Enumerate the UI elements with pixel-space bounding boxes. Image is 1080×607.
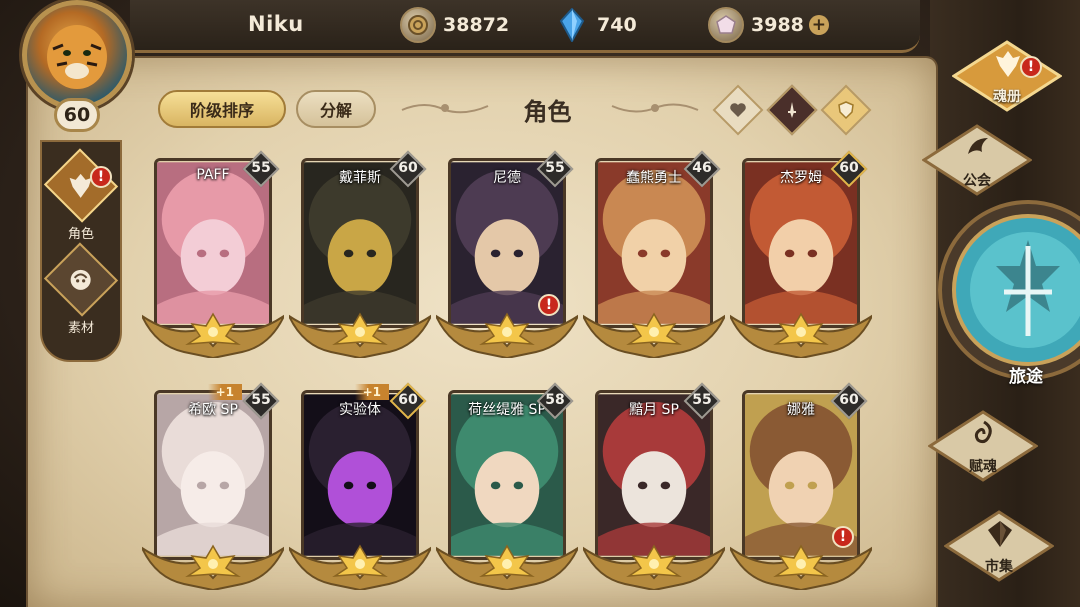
- hero-level-badge: 60: [389, 150, 427, 188]
- gem-resource[interactable]: 3988 +: [708, 7, 829, 43]
- hero-card[interactable]: 娜雅 60!: [730, 382, 872, 590]
- hero-level-badge: 60: [830, 150, 868, 188]
- hero-level: 55: [545, 160, 565, 176]
- material-icon: [43, 242, 119, 317]
- hero-level: 55: [251, 160, 271, 176]
- hero-level-badge: 55: [242, 382, 280, 420]
- page-title: 角色: [523, 98, 572, 126]
- alert-icon: !: [1020, 56, 1042, 78]
- hero-level-badge: 46: [683, 150, 721, 188]
- hero-level-badge: 60: [830, 382, 868, 420]
- rank-wings-icon: [142, 544, 284, 590]
- hero-level-badge: 55: [683, 382, 721, 420]
- nav-soul-infuse-label: 赋魂: [969, 459, 997, 475]
- hero-level: 58: [545, 392, 565, 408]
- side-tab-material-label: 素材: [67, 321, 94, 336]
- nav-journey-label: 旅途: [1009, 367, 1043, 387]
- add-gem-button[interactable]: +: [808, 15, 829, 35]
- hero-card[interactable]: 蠢熊勇士 46: [583, 150, 725, 358]
- hero-level-badge: 55: [242, 150, 280, 188]
- rank-wings-icon: [289, 544, 431, 590]
- hero-level: 46: [692, 160, 712, 176]
- hero-card[interactable]: 实验体 60 +1: [289, 382, 431, 590]
- hero-card[interactable]: 黯月 SP 55: [583, 382, 725, 590]
- gem-value: 3988: [751, 14, 804, 36]
- hero-card[interactable]: 杰罗姆 60: [730, 150, 872, 358]
- heart-icon: [730, 103, 746, 117]
- hero-card[interactable]: 戴菲斯 60: [289, 150, 431, 358]
- side-tab-character[interactable]: 角色 !: [42, 148, 120, 242]
- nav-market[interactable]: 市集: [944, 510, 1054, 582]
- sort-by-rank-button[interactable]: 阶级排序: [158, 90, 286, 128]
- side-tab-character-label: 角色: [67, 227, 94, 242]
- crystal-resource[interactable]: 740: [554, 7, 637, 43]
- decompose-button[interactable]: 分解: [296, 90, 376, 128]
- hero-plus-tag: +1: [354, 384, 389, 400]
- rank-wings-icon: [142, 312, 284, 358]
- market-icon: [988, 521, 1012, 547]
- player-avatar-area[interactable]: 60: [16, 0, 146, 140]
- gold-value: 38872: [443, 14, 510, 36]
- nav-soul-book[interactable]: 魂册 !: [952, 40, 1062, 112]
- alert-icon: !: [538, 294, 560, 316]
- hero-level: 60: [398, 392, 418, 408]
- left-side-nav: 角色 ! 素材: [40, 140, 122, 362]
- blue-crystal-icon: [554, 7, 590, 43]
- hero-level-badge: 60: [389, 382, 427, 420]
- player-name: Niku: [248, 12, 304, 36]
- gem-icon: [708, 7, 744, 43]
- hero-card[interactable]: PAFF 55: [142, 150, 284, 358]
- gold-coin-icon: [400, 7, 436, 43]
- hero-level: 60: [839, 392, 859, 408]
- ornament-right-icon: [611, 103, 699, 113]
- rank-wings-icon: [730, 312, 872, 358]
- player-level-badge: 60: [54, 98, 100, 132]
- nav-guild-label: 公会: [963, 173, 991, 189]
- alert-icon: !: [90, 166, 112, 188]
- hero-card[interactable]: 尼德 55!: [436, 150, 578, 358]
- side-tab-material[interactable]: 素材: [42, 242, 120, 336]
- hero-level-badge: 55: [536, 150, 574, 188]
- rank-wings-icon: [289, 312, 431, 358]
- hero-level: 55: [251, 392, 271, 408]
- nav-soul-infuse[interactable]: 赋魂: [928, 410, 1038, 482]
- alert-icon: !: [832, 526, 854, 548]
- soul-infuse-icon: [974, 420, 992, 444]
- hero-level: 55: [692, 392, 712, 408]
- gold-resource[interactable]: 38872: [400, 7, 509, 43]
- hero-level: 60: [398, 160, 418, 176]
- crystal-value: 740: [597, 14, 637, 36]
- nav-market-label: 市集: [985, 559, 1013, 575]
- ornament-left-icon: [401, 104, 489, 114]
- hero-level: 60: [839, 160, 859, 176]
- avatar[interactable]: [22, 0, 132, 110]
- nav-journey[interactable]: 旅途: [936, 196, 1080, 396]
- hero-level-badge: 58: [536, 382, 574, 420]
- rank-wings-icon: [436, 544, 578, 590]
- top-resource-bar: Niku 38872 740 3988 +: [130, 0, 920, 53]
- sword-icon: [788, 102, 796, 118]
- guild-icon: [968, 138, 988, 154]
- rank-wings-icon: [583, 312, 725, 358]
- hero-card[interactable]: 希欧 SP 55 +1: [142, 382, 284, 590]
- hero-plus-tag: +1: [207, 384, 242, 400]
- hero-card[interactable]: 荷丝缇雅 SP 58: [436, 382, 578, 590]
- nav-guild[interactable]: 公会: [922, 124, 1032, 196]
- nav-soul-book-label: 魂册: [993, 89, 1021, 105]
- shield-icon: [838, 101, 854, 120]
- rank-wings-icon: [583, 544, 725, 590]
